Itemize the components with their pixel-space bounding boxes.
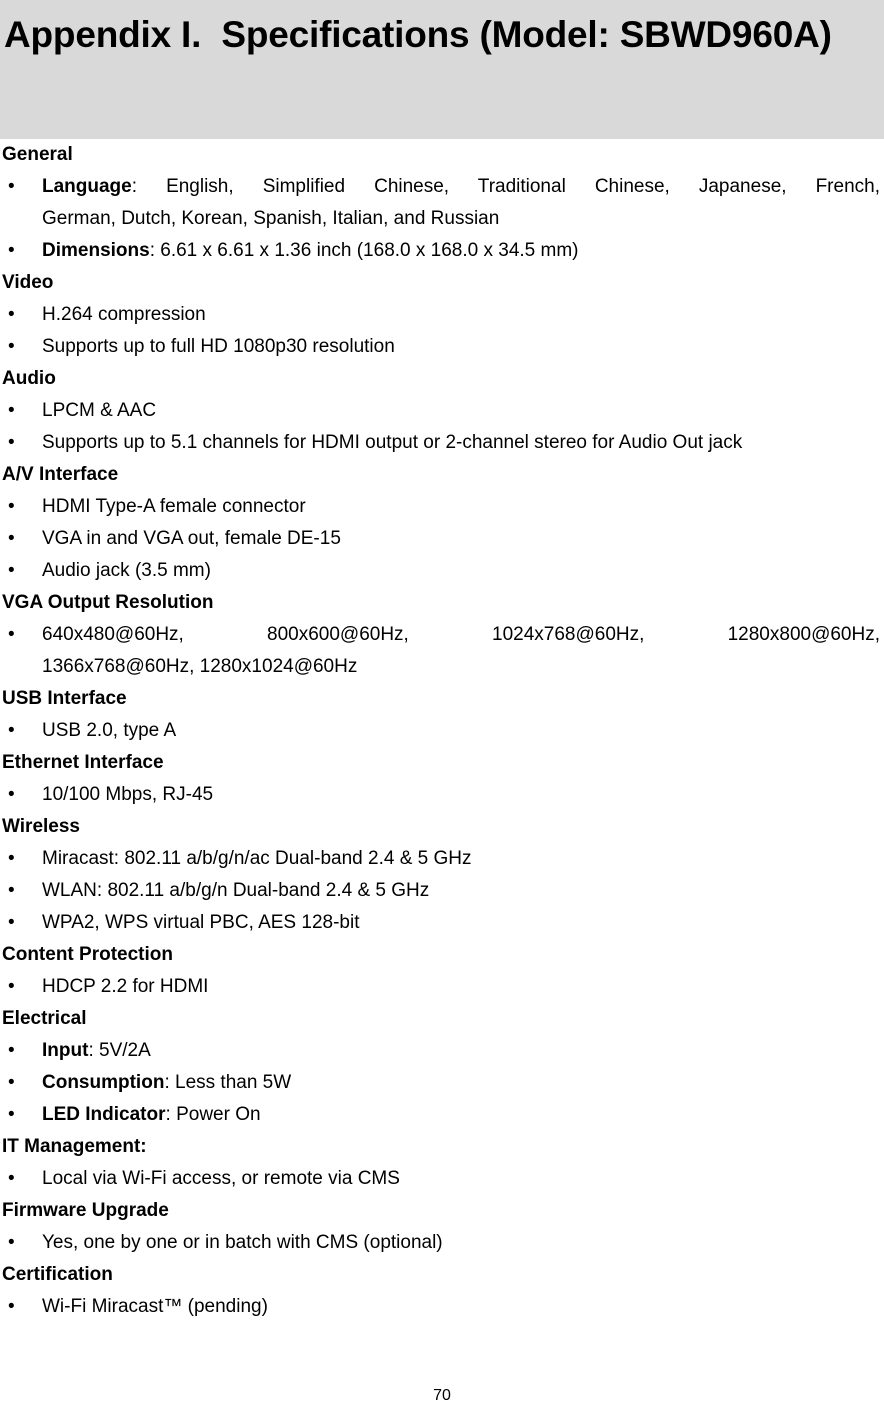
bullet-text: Yes, one by one or in batch with CMS (op… bbox=[42, 1232, 443, 1253]
bullet-item: • WLAN: 802.11 a/b/g/n Dual-band 2.4 & 5 … bbox=[2, 875, 882, 907]
bullet-separator: : bbox=[131, 176, 167, 197]
bullet-separator: : bbox=[149, 240, 161, 261]
bullet-text: Supports up to 5.1 channels for HDMI out… bbox=[42, 432, 743, 453]
section-heading: Electrical bbox=[2, 1008, 87, 1029]
bullet-item: • LPCM & AAC bbox=[2, 395, 882, 427]
bullet-point-icon: • bbox=[8, 1072, 15, 1093]
bullet-item: • HDCP 2.2 for HDMI bbox=[2, 971, 882, 1003]
bullet-text: USB 2.0, type A bbox=[42, 720, 177, 741]
bullet-text: Wi-Fi Miracast™ (pending) bbox=[42, 1296, 268, 1317]
bullet-point-icon: • bbox=[8, 624, 15, 645]
bullet-point-icon: • bbox=[8, 304, 15, 325]
bullet-text: 5V/2A bbox=[99, 1040, 151, 1061]
bullet-line-text: English, Simplified Chinese, Traditional… bbox=[166, 176, 880, 197]
bullet-text: Local via Wi-Fi access, or remote via CM… bbox=[42, 1168, 400, 1189]
bullet-item: • Language: English, Simplified Chinese, … bbox=[2, 171, 882, 235]
bullet-separator: : bbox=[165, 1104, 177, 1125]
bullet-item: • Supports up to full HD 1080p30 resoluti… bbox=[2, 331, 882, 363]
section-heading: Content Protection bbox=[2, 944, 173, 965]
bullet-text: 10/100 Mbps, RJ-45 bbox=[42, 784, 214, 805]
section-heading: USB Interface bbox=[2, 688, 127, 709]
section-heading: Wireless bbox=[2, 816, 80, 837]
bullet-separator: : bbox=[164, 1072, 175, 1093]
bullet-item: • VGA in and VGA out, female DE-15 bbox=[2, 523, 882, 555]
bullet-point-icon: • bbox=[8, 1040, 15, 1061]
bullet-item: • H.264 compression bbox=[2, 299, 882, 331]
bullet-line: 1366x768@60Hz, 1280x1024@60Hz bbox=[42, 656, 358, 677]
bullet-item: • 640x480@60Hz, 800x600@60Hz, 1024x768@60… bbox=[2, 619, 882, 683]
section-heading: A/V Interface bbox=[2, 464, 119, 485]
bullet-text: 6.61 x 6.61 x 1.36 inch (168.0 x 168.0 x… bbox=[160, 240, 579, 261]
bullet-separator: : bbox=[88, 1040, 99, 1061]
section-heading: IT Management: bbox=[2, 1136, 147, 1157]
bullet-point-icon: • bbox=[8, 528, 15, 549]
bullet-point-icon: • bbox=[8, 848, 15, 869]
bullet-line: 640x480@60Hz, 800x600@60Hz, 1024x768@60H… bbox=[42, 619, 880, 651]
bullet-point-icon: • bbox=[8, 432, 15, 453]
bullet-text: WLAN: 802.11 a/b/g/n Dual-band 2.4 & 5 G… bbox=[42, 880, 430, 901]
bullet-text: Less than 5W bbox=[175, 1072, 292, 1093]
bullet-line: Language: English, Simplified Chinese, T… bbox=[42, 171, 880, 203]
section-heading: Ethernet Interface bbox=[2, 752, 164, 773]
bullet-text: Audio jack (3.5 mm) bbox=[42, 560, 211, 581]
bullet-point-icon: • bbox=[8, 176, 15, 197]
bullet-text: HDCP 2.2 for HDMI bbox=[42, 976, 209, 997]
bullet-item: • Miracast: 802.11 a/b/g/n/ac Dual-band 2… bbox=[2, 843, 882, 875]
bullet-point-icon: • bbox=[8, 400, 15, 421]
page-number: 70 bbox=[433, 1387, 451, 1404]
bullet-point-icon: • bbox=[8, 560, 15, 581]
section-heading: Certification bbox=[2, 1264, 113, 1285]
bullet-item: • LED Indicator: Power On bbox=[2, 1099, 882, 1131]
bullet-item: • Supports up to 5.1 channels for HDMI ou… bbox=[2, 427, 882, 459]
bullet-item: • Yes, one by one or in batch with CMS (o… bbox=[2, 1227, 882, 1259]
bullet-lead-label: Language bbox=[42, 176, 132, 197]
bullet-point-icon: • bbox=[8, 1296, 15, 1317]
section-heading: VGA Output Resolution bbox=[2, 592, 214, 613]
bullet-item: • Audio jack (3.5 mm) bbox=[2, 555, 882, 587]
bullet-text: VGA in and VGA out, female DE-15 bbox=[42, 528, 341, 549]
bullet-item: • Dimensions: 6.61 x 6.61 x 1.36 inch (16… bbox=[2, 235, 882, 267]
bullet-text: LPCM & AAC bbox=[42, 400, 157, 421]
bullet-text: H.264 compression bbox=[42, 304, 206, 325]
bullet-point-icon: • bbox=[8, 1168, 15, 1189]
section-heading: General bbox=[2, 144, 73, 165]
bullet-text: Miracast: 802.11 a/b/g/n/ac Dual-band 2.… bbox=[42, 848, 472, 869]
bullet-point-icon: • bbox=[8, 720, 15, 741]
bullet-line: German, Dutch, Korean, Spanish, Italian,… bbox=[42, 208, 500, 229]
bullet-point-icon: • bbox=[8, 976, 15, 997]
bullet-item: • HDMI Type-A female connector bbox=[2, 491, 882, 523]
bullet-point-icon: • bbox=[8, 1232, 15, 1253]
bullet-point-icon: • bbox=[8, 880, 15, 901]
bullet-text: HDMI Type-A female connector bbox=[42, 496, 306, 517]
bullet-text: Power On bbox=[176, 1104, 261, 1125]
specifications-content: General • Language: English, Simplified Ch… bbox=[0, 139, 884, 1323]
bullet-item: • 10/100 Mbps, RJ-45 bbox=[2, 779, 882, 811]
section-heading: Firmware Upgrade bbox=[2, 1200, 169, 1221]
bullet-lead-label: LED Indicator bbox=[42, 1104, 166, 1125]
bullet-point-icon: • bbox=[8, 1104, 15, 1125]
page-title: Appendix I. Specifications (Model: SBWD9… bbox=[4, 14, 832, 55]
bullet-item: • WPA2, WPS virtual PBC, AES 128-bit bbox=[2, 907, 882, 939]
bullet-text: Supports up to full HD 1080p30 resolutio… bbox=[42, 336, 395, 357]
bullet-point-icon: • bbox=[8, 912, 15, 933]
bullet-item: • Local via Wi-Fi access, or remote via C… bbox=[2, 1163, 882, 1195]
appendix-heading-banner: Appendix I. Specifications (Model: SBWD9… bbox=[0, 0, 884, 139]
bullet-point-icon: • bbox=[8, 336, 15, 357]
bullet-lead-label: Input bbox=[42, 1040, 89, 1061]
bullet-point-icon: • bbox=[8, 496, 15, 517]
bullet-lead-label: Dimensions bbox=[42, 240, 150, 261]
bullet-line-text: 640x480@60Hz, 800x600@60Hz, 1024x768@60H… bbox=[42, 624, 880, 645]
bullet-text: WPA2, WPS virtual PBC, AES 128-bit bbox=[42, 912, 360, 933]
bullet-point-icon: • bbox=[8, 240, 15, 261]
page-footer: 70 bbox=[0, 1386, 884, 1406]
bullet-item: • USB 2.0, type A bbox=[2, 715, 882, 747]
section-heading: Video bbox=[2, 272, 54, 293]
bullet-item: • Input: 5V/2A bbox=[2, 1035, 882, 1067]
bullet-lead-label: Consumption bbox=[42, 1072, 165, 1093]
bullet-point-icon: • bbox=[8, 784, 15, 805]
bullet-item: • Consumption: Less than 5W bbox=[2, 1067, 882, 1099]
section-heading: Audio bbox=[2, 368, 56, 389]
bullet-item: • Wi-Fi Miracast™ (pending) bbox=[2, 1291, 882, 1323]
